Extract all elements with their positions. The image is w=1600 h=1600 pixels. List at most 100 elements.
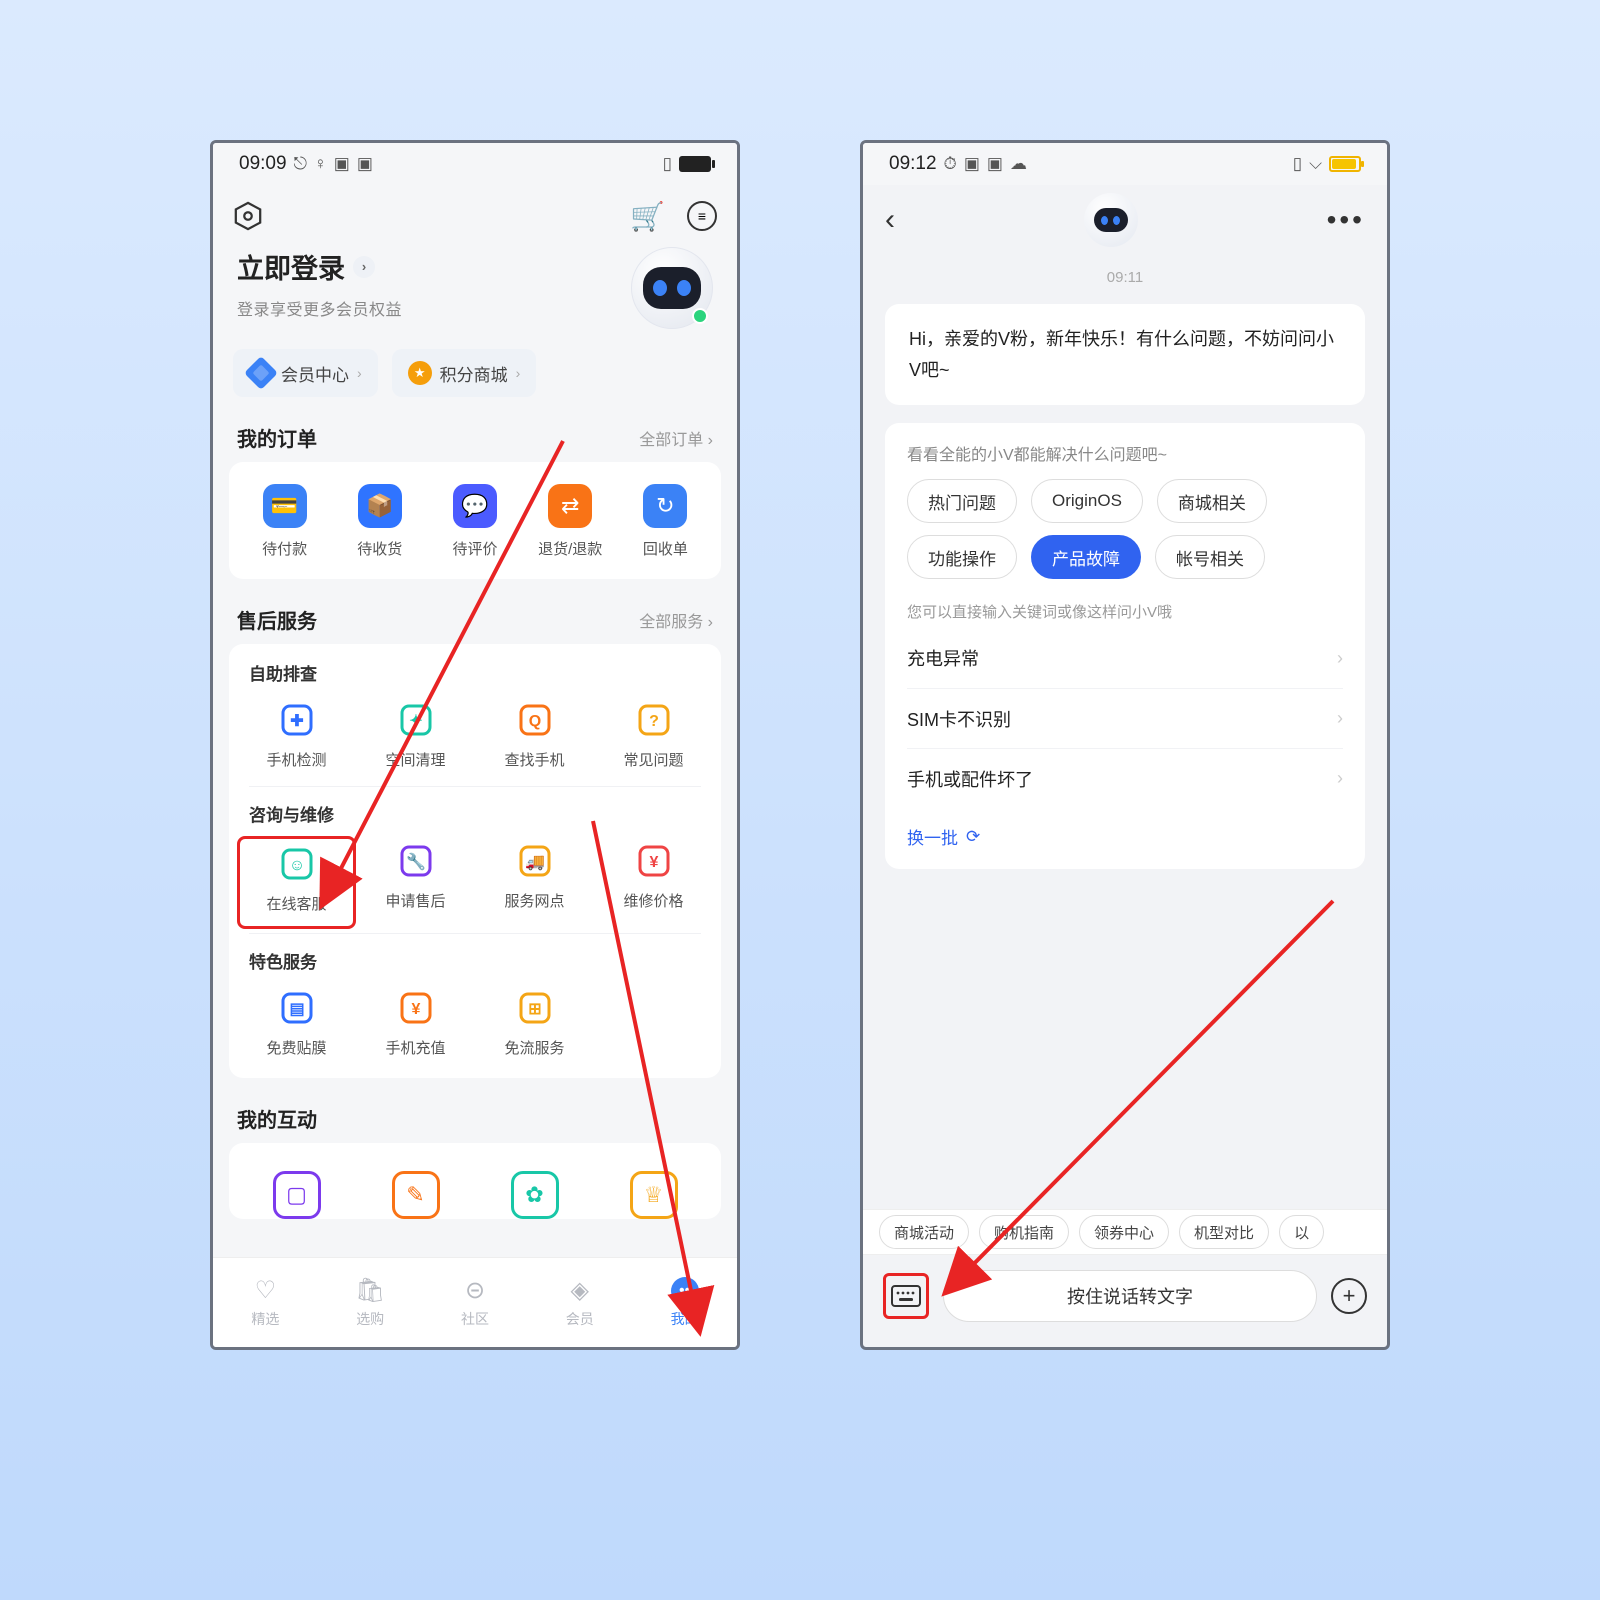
points-mall-button[interactable]: ★ 积分商城 › — [392, 349, 537, 397]
service-icon: ✚ — [278, 701, 316, 739]
chip[interactable]: 功能操作 — [907, 535, 1017, 579]
swap-button[interactable]: 换一批 ⟳ — [907, 808, 1343, 859]
service-icon: ✦ — [397, 701, 435, 739]
bot-avatar — [1084, 193, 1138, 247]
diamond-icon — [244, 356, 278, 390]
order-icon: ⇄ — [548, 484, 592, 528]
orders-more[interactable]: 全部订单 › — [639, 426, 713, 450]
message-icon[interactable]: ≡ — [687, 201, 717, 231]
vip-center-button[interactable]: 会员中心 › — [233, 349, 378, 397]
svg-text:¥: ¥ — [411, 1001, 420, 1018]
input-bar: 按住说话转文字 + — [863, 1261, 1387, 1331]
suggestion-chip[interactable]: 购机指南 — [979, 1215, 1069, 1249]
service-icon: 🚚 — [516, 842, 554, 880]
interaction-item[interactable]: ✿ — [475, 1165, 594, 1219]
voice-label: 按住说话转文字 — [1067, 1283, 1193, 1309]
list-item[interactable]: 手机或配件坏了› — [907, 748, 1343, 808]
interactions-title: 我的互动 — [237, 1104, 317, 1133]
battery-icon — [1329, 156, 1361, 172]
avatar-bot[interactable] — [631, 247, 713, 329]
svg-text:🔧: 🔧 — [406, 852, 426, 871]
order-item[interactable]: 💳 待付款 — [237, 478, 332, 571]
service-item[interactable]: ▤ 免费贴膜 — [237, 983, 356, 1070]
chip[interactable]: OriginOS — [1031, 479, 1143, 523]
back-button[interactable]: ‹ — [885, 203, 895, 237]
chip[interactable]: 热门问题 — [907, 479, 1017, 523]
list-item[interactable]: 充电异常› — [907, 628, 1343, 688]
order-item[interactable]: ⇄ 退货/退款 — [523, 478, 618, 571]
interaction-item[interactable]: ▢ — [237, 1165, 356, 1219]
tab-4[interactable]: •• 我的 — [632, 1258, 737, 1347]
list-item[interactable]: SIM卡不识别› — [907, 688, 1343, 748]
statusbar: 09:12 ⏱ ▣ ▣ ☁ ▯ ⌵ — [863, 143, 1387, 185]
service-item[interactable]: ☺ 在线客服 — [237, 836, 356, 929]
service-item[interactable]: 🚚 服务网点 — [475, 836, 594, 929]
service-item[interactable]: ? 常见问题 — [594, 695, 713, 782]
service-more[interactable]: 全部服务 › — [639, 608, 713, 632]
phone-right: 09:12 ⏱ ▣ ▣ ☁ ▯ ⌵ ‹ ••• 09:11 Hi，亲爱的V粉，新… — [860, 140, 1390, 1350]
svg-text:✦: ✦ — [409, 713, 422, 730]
service-item[interactable]: 🔧 申请售后 — [356, 836, 475, 929]
chat-time: 09:11 — [863, 255, 1387, 296]
tab-icon: ◈ — [571, 1276, 589, 1305]
chip[interactable]: 帐号相关 — [1155, 535, 1265, 579]
suggestion-chip[interactable]: 领券中心 — [1079, 1215, 1169, 1249]
mic-icon: ⎋ — [294, 154, 307, 174]
status-time: 09:09 — [239, 153, 287, 175]
cloud-icon: ☁ — [1010, 154, 1027, 174]
suggestion-chip[interactable]: 以 — [1279, 1215, 1324, 1249]
login-sub: 登录享受更多会员权益 — [237, 296, 617, 320]
interaction-item[interactable]: ♕ — [594, 1165, 713, 1219]
service-label: 在线客服 — [266, 893, 326, 914]
order-icon: 💬 — [453, 484, 497, 528]
badge-icon: ▣ — [334, 154, 350, 174]
service-label: 申请售后 — [385, 890, 445, 911]
service-item[interactable]: ¥ 维修价格 — [594, 836, 713, 929]
tab-0[interactable]: ♡ 精选 — [213, 1258, 318, 1347]
service-item[interactable]: ✚ 手机检测 — [237, 695, 356, 782]
star-icon: ★ — [408, 361, 432, 385]
chevron-right-icon: › — [1337, 708, 1343, 729]
plus-button[interactable]: + — [1331, 1278, 1367, 1314]
order-icon: 💳 — [263, 484, 307, 528]
tab-1[interactable]: 🛍 选购 — [318, 1258, 423, 1347]
service-item[interactable]: ⊞ 免流服务 — [475, 983, 594, 1070]
cart-icon[interactable]: 🛒 — [630, 200, 665, 233]
service-item[interactable]: ¥ 手机充值 — [356, 983, 475, 1070]
status-time: 09:12 — [889, 153, 937, 175]
interaction-item[interactable]: ✎ — [356, 1165, 475, 1219]
more-button[interactable]: ••• — [1327, 204, 1365, 236]
suggestion-bar[interactable]: 商城活动购机指南领券中心机型对比以 — [863, 1209, 1387, 1255]
topbar: 🛒 ≡ — [213, 185, 737, 247]
status-dot — [692, 308, 708, 324]
svg-text:?: ? — [649, 713, 659, 730]
chevron-right-icon: › — [516, 365, 521, 381]
service-item[interactable]: Q 查找手机 — [475, 695, 594, 782]
interaction-icon: ▢ — [273, 1171, 321, 1219]
order-item[interactable]: 💬 待评价 — [427, 478, 522, 571]
order-label: 退货/退款 — [538, 538, 602, 559]
order-label: 待付款 — [262, 538, 307, 559]
service-item[interactable]: ✦ 空间清理 — [356, 695, 475, 782]
suggestion-chip[interactable]: 商城活动 — [879, 1215, 969, 1249]
service-label: 常见问题 — [623, 749, 683, 770]
tab-label: 会员 — [566, 1309, 594, 1329]
order-item[interactable]: 📦 待收货 — [332, 478, 427, 571]
keyboard-toggle[interactable] — [883, 1273, 929, 1319]
voice-input[interactable]: 按住说话转文字 — [943, 1270, 1317, 1322]
service-icon: ? — [635, 701, 673, 739]
order-label: 回收单 — [643, 538, 688, 559]
service-icon: ¥ — [397, 989, 435, 1027]
service-label: 空间清理 — [385, 749, 445, 770]
sim-icon: ▯ — [1293, 154, 1302, 174]
chip[interactable]: 产品故障 — [1031, 535, 1141, 579]
service-label: 免流服务 — [504, 1037, 564, 1058]
tab-2[interactable]: ⊝ 社区 — [423, 1258, 528, 1347]
chip[interactable]: 商城相关 — [1157, 479, 1267, 523]
login-title-row[interactable]: 立即登录 › — [237, 247, 617, 286]
order-icon: ↻ — [643, 484, 687, 528]
tab-3[interactable]: ◈ 会员 — [527, 1258, 632, 1347]
settings-hex-icon[interactable] — [233, 201, 263, 231]
suggestion-chip[interactable]: 机型对比 — [1179, 1215, 1269, 1249]
order-item[interactable]: ↻ 回收单 — [618, 478, 713, 571]
